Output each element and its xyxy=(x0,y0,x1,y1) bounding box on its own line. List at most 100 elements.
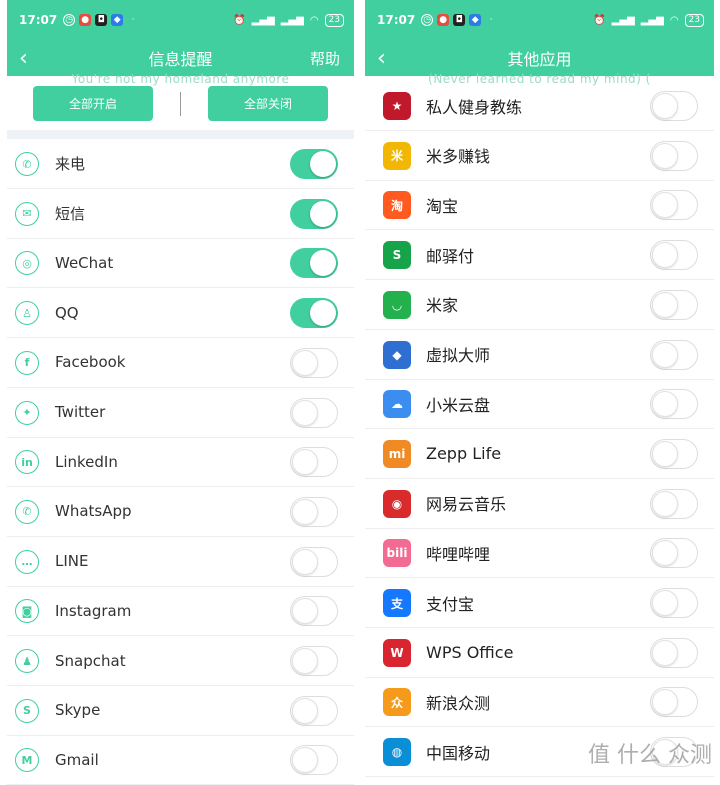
app-notify-icon: ◆ xyxy=(111,14,124,26)
app-row: W WPS Office xyxy=(365,628,714,678)
app-label: 邮驿付 xyxy=(426,246,475,266)
app-row: 淘淘宝 xyxy=(365,180,714,231)
alarm-icon: ⏰ xyxy=(593,14,606,26)
app-row: ☁ 小米云盘 xyxy=(365,379,714,430)
toggle-switch[interactable] xyxy=(650,637,698,668)
toggle-switch[interactable] xyxy=(290,298,338,329)
nav-bar: ‹ 信息提醒 帮助 xyxy=(7,40,354,76)
app-label: 新浪众测 xyxy=(426,693,491,713)
toggle-switch[interactable] xyxy=(290,347,338,378)
toggle-switch[interactable] xyxy=(290,546,338,577)
app-row: ◡ 米家 xyxy=(365,280,714,330)
nav-bar: ‹ 其他应用 xyxy=(365,40,714,76)
row-label: Gmail xyxy=(55,750,99,769)
toggle-switch[interactable] xyxy=(290,745,338,776)
toggle-knob xyxy=(652,341,678,368)
app-row: ◉ 网易云音乐 xyxy=(365,479,714,529)
back-icon[interactable]: ‹ xyxy=(377,40,401,76)
facebook-icon: f xyxy=(15,350,39,375)
toggle-knob xyxy=(652,242,678,269)
whatsapp-icon: ✆ xyxy=(15,499,39,524)
other-apps-panel: 17:07 ◷ ● ◘ ◆ · ⏰ ▂▄▆ ▂▄▆ ◠ 23 ‹ 其他应用 (N… xyxy=(365,0,714,785)
app-row: mi Zepp Life xyxy=(365,429,714,479)
wps-icon: W xyxy=(383,638,411,667)
toggle-switch[interactable] xyxy=(290,447,338,478)
app-label: WPS Office xyxy=(426,642,514,662)
notification-settings-panel: 17:07 ◷ ● ◘ ◆ · ⏰ ▂▄▆ ▂▄▆ ◠ 23 ‹ 信息提醒 帮助… xyxy=(7,0,354,785)
toggle-knob xyxy=(292,399,318,426)
linkedin-icon: in xyxy=(15,450,39,475)
toggle-switch[interactable] xyxy=(290,596,338,627)
battery-icon: 23 xyxy=(324,13,344,27)
toggle-switch[interactable] xyxy=(290,496,338,527)
toggle-knob xyxy=(292,648,318,674)
signal-icon: ▂▄▆ xyxy=(611,14,635,26)
toggle-switch[interactable] xyxy=(650,190,698,221)
row-label: Skype xyxy=(55,701,101,720)
toggle-switch[interactable] xyxy=(650,389,698,420)
status-time: 17:07 xyxy=(19,13,58,27)
toggle-switch[interactable] xyxy=(650,140,698,171)
watermark-logo: 值 什么 众测 xyxy=(588,743,712,768)
app-label: 米家 xyxy=(426,296,459,316)
toggle-switch[interactable] xyxy=(290,397,338,428)
clock-icon: ◷ xyxy=(63,14,76,26)
app-row: 支支付宝 xyxy=(365,578,714,628)
app-row: 米米多赚钱 xyxy=(365,131,714,181)
back-icon[interactable]: ‹ xyxy=(19,40,43,76)
wifi-icon: ◠ xyxy=(669,14,679,26)
toggle-switch[interactable] xyxy=(290,149,338,179)
toggle-switch[interactable] xyxy=(650,289,698,320)
toggle-switch[interactable] xyxy=(650,240,698,271)
fitness-coach-icon: ★ xyxy=(383,92,411,120)
app-notify-icon: ● xyxy=(79,14,92,26)
signal-icon: ▂▄▆ xyxy=(640,14,664,26)
app-label: 虚拟大师 xyxy=(426,346,491,365)
toggle-switch[interactable] xyxy=(650,91,698,121)
notification-row: S Skype xyxy=(7,686,354,736)
toggle-switch[interactable] xyxy=(650,488,698,519)
help-button[interactable]: 帮助 xyxy=(310,48,340,69)
toggle-knob xyxy=(652,192,678,219)
enable-all-button[interactable]: 全部开启 xyxy=(33,86,153,121)
toggle-knob xyxy=(310,300,336,327)
toggle-switch[interactable] xyxy=(650,438,698,469)
app-label: 支付宝 xyxy=(426,594,475,614)
taobao-icon: 淘 xyxy=(383,191,411,220)
section-separator xyxy=(7,130,354,139)
toggle-switch[interactable] xyxy=(650,339,698,370)
instagram-icon: ◙ xyxy=(15,599,39,624)
toggle-switch[interactable] xyxy=(290,646,338,676)
app-label: 哔哩哔哩 xyxy=(426,544,491,564)
toggle-knob xyxy=(292,747,318,774)
disable-all-button[interactable]: 全部关闭 xyxy=(208,86,328,121)
sina-test-icon: 众 xyxy=(383,688,411,717)
netease-music-icon: ◉ xyxy=(383,489,411,518)
notification-row: in LinkedIn xyxy=(7,437,354,488)
bilibili-icon: bili xyxy=(383,539,411,568)
toggle-switch[interactable] xyxy=(290,695,338,726)
app-notify-icon: ● xyxy=(437,14,450,26)
zepp-life-icon: mi xyxy=(383,439,411,468)
toggle-switch[interactable] xyxy=(650,538,698,569)
app-notify-icon: ◆ xyxy=(469,14,482,26)
toggle-switch[interactable] xyxy=(650,588,698,618)
battery-icon: 23 xyxy=(684,13,704,27)
toggle-switch[interactable] xyxy=(290,248,338,279)
toggle-knob xyxy=(310,151,336,177)
toggle-switch[interactable] xyxy=(290,198,338,229)
alipay-icon: 支 xyxy=(383,589,411,617)
toggle-switch[interactable] xyxy=(650,687,698,718)
toggle-knob xyxy=(292,449,318,476)
mi-cloud-icon: ☁ xyxy=(383,390,411,419)
youyifu-icon: S xyxy=(383,241,411,270)
row-label: 来电 xyxy=(55,155,86,173)
status-bar: 17:07 ◷ ● ◘ ◆ · ⏰ ▂▄▆ ▂▄▆ ◠ 23 xyxy=(365,0,714,40)
row-label: Snapchat xyxy=(55,651,126,670)
phone-icon: ✆ xyxy=(15,152,39,176)
wifi-icon: ◠ xyxy=(309,14,319,26)
wechat-icon: ◎ xyxy=(15,251,39,276)
signal-icon: ▂▄▆ xyxy=(251,14,275,26)
notification-row: ✦ Twitter xyxy=(7,388,354,438)
divider xyxy=(180,92,181,116)
